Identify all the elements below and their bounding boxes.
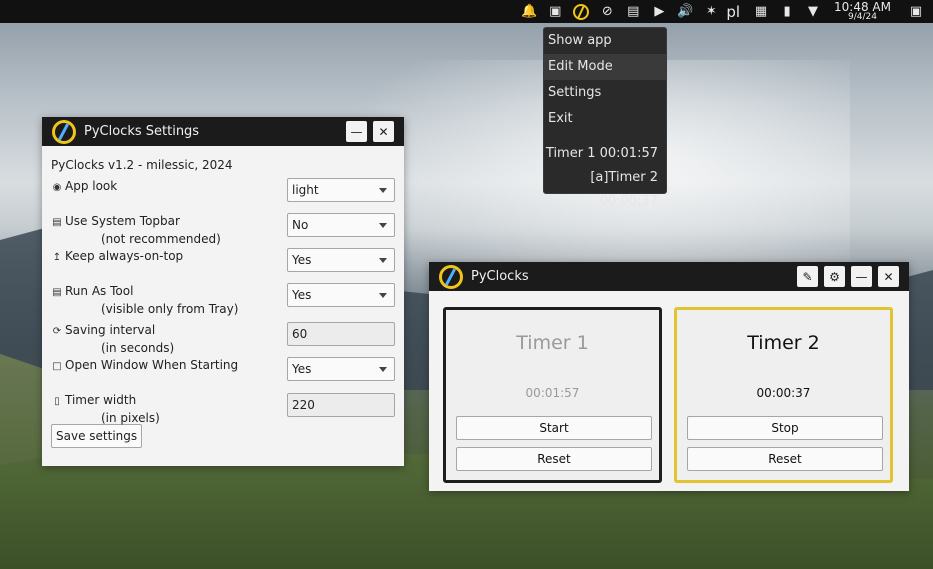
- stop-button[interactable]: Stop: [687, 416, 883, 440]
- pyclocks-tray-icon[interactable]: [570, 0, 592, 23]
- clock-date: 9/4/24: [848, 12, 877, 22]
- save-settings-button[interactable]: Save settings: [51, 424, 143, 448]
- notification-bell-icon[interactable]: 🔔: [518, 0, 540, 23]
- volume-icon[interactable]: 🔊: [674, 0, 696, 23]
- always-on-top-label: Keep always-on-top: [65, 249, 184, 263]
- version-label: PyClocks v1.2 - milessic, 2024: [51, 158, 233, 172]
- menu-item-settings[interactable]: Settings: [544, 80, 666, 106]
- reset-button[interactable]: Reset: [687, 447, 883, 471]
- setting-saving-interval: ⟳ Saving interval (in seconds) 60: [51, 322, 395, 357]
- timer-elapsed: 00:00:37: [756, 386, 811, 400]
- system-topbar-label: Use System Topbar: [65, 214, 180, 228]
- setting-timer-width: ▯ Timer width (in pixels) 220: [51, 384, 395, 425]
- timer-elapsed: 00:01:57: [525, 386, 580, 400]
- window-icon: □: [52, 361, 62, 372]
- app-look-label: App look: [65, 179, 118, 193]
- tool-icon: ▤: [52, 287, 62, 298]
- timer-card: Timer 2 00:00:37 Stop Reset: [674, 307, 893, 483]
- run-as-tool-select[interactable]: Yes: [287, 283, 395, 307]
- window-topbar-icon: ▤: [52, 217, 62, 228]
- menu-item-edit-mode[interactable]: Edit Mode: [544, 54, 666, 80]
- menu-item-show-app[interactable]: Show app: [544, 28, 666, 54]
- network-off-icon[interactable]: ⊘: [596, 0, 618, 23]
- minimize-icon: —: [855, 269, 868, 284]
- edit-button[interactable]: ✎: [797, 266, 818, 287]
- reset-button[interactable]: Reset: [456, 447, 652, 471]
- minimize-button[interactable]: —: [346, 121, 367, 142]
- tray-menu: Show app Edit Mode Settings Exit Timer 1…: [543, 27, 667, 209]
- close-button[interactable]: ✕: [373, 121, 394, 142]
- minimize-icon: —: [350, 124, 363, 139]
- menu-timer-1[interactable]: Timer 1 00:01:57: [544, 142, 666, 166]
- setting-always-on-top: ↥ Keep always-on-top Yes: [51, 248, 395, 283]
- run-as-tool-label: Run As Tool: [65, 284, 134, 298]
- settings-titlebar[interactable]: PyClocks Settings — ✕: [42, 117, 404, 146]
- timer-width-input[interactable]: 220: [287, 393, 395, 417]
- clipboard-icon[interactable]: ▤: [622, 0, 644, 23]
- timer-width-sublabel: (in pixels): [101, 411, 160, 425]
- system-topbar-sublabel: (not recommended): [101, 232, 221, 246]
- show-desktop-icon[interactable]: ▣: [905, 0, 927, 23]
- always-on-top-select[interactable]: Yes: [287, 248, 395, 272]
- timer-width-label: Timer width: [65, 393, 137, 407]
- system-topbar: 🔔 ▣ ⊘ ▤ ▶ 🔊 ✶ pl ▦ ▮ ▼ 10:48 AM 9/4/24 ▣: [0, 0, 933, 23]
- saving-interval-sublabel: (in seconds): [101, 341, 175, 355]
- timer-name: Timer 1: [516, 332, 589, 354]
- start-button[interactable]: Start: [456, 416, 652, 440]
- menu-item-exit[interactable]: Exit: [544, 106, 666, 132]
- saving-interval-label: Saving interval: [65, 323, 156, 337]
- gear-icon: ⚙: [829, 269, 840, 284]
- pyclocks-logo-icon: [52, 119, 76, 144]
- run-as-tool-sublabel: (visible only from Tray): [101, 302, 239, 316]
- keyboard-layout[interactable]: pl: [726, 3, 740, 21]
- saving-interval-input[interactable]: 60: [287, 322, 395, 346]
- dropbox-icon[interactable]: ▣: [544, 0, 566, 23]
- battery-icon[interactable]: ▮: [776, 0, 798, 23]
- clocks-window: PyClocks ✎ ⚙ — ✕ Timer 1 00:01:57 Start …: [429, 262, 909, 491]
- open-window-select[interactable]: Yes: [287, 357, 395, 381]
- clocks-titlebar[interactable]: PyClocks ✎ ⚙ — ✕: [429, 262, 909, 291]
- system-topbar-select[interactable]: No: [287, 213, 395, 237]
- menu-timer-2[interactable]: [a]Timer 2 00:00:37: [544, 166, 666, 209]
- bluetooth-icon[interactable]: ✶: [700, 0, 722, 23]
- system-clock[interactable]: 10:48 AM 9/4/24: [834, 1, 891, 22]
- arrow-up-icon: ↥: [52, 252, 62, 263]
- settings-window: PyClocks Settings — ✕ PyClocks v1.2 - mi…: [42, 117, 404, 466]
- setting-app-look: ◉ App look light: [51, 178, 395, 213]
- setting-system-topbar: ▤ Use System Topbar (not recommended) No: [51, 213, 395, 248]
- settings-window-title: PyClocks Settings: [84, 124, 200, 139]
- app-look-select[interactable]: light: [287, 178, 395, 202]
- timer-card: Timer 1 00:01:57 Start Reset: [443, 307, 662, 483]
- display-icon[interactable]: ▦: [750, 0, 772, 23]
- close-icon: ✕: [378, 124, 389, 139]
- palette-icon: ◉: [52, 182, 62, 193]
- minimize-button[interactable]: —: [851, 266, 872, 287]
- edit-icon: ✎: [802, 269, 813, 284]
- ruler-icon: ▯: [54, 396, 60, 407]
- media-play-icon[interactable]: ▶: [648, 0, 670, 23]
- pyclocks-logo-icon: [439, 264, 463, 289]
- settings-button[interactable]: ⚙: [824, 266, 845, 287]
- close-button[interactable]: ✕: [878, 266, 899, 287]
- timer-name: Timer 2: [747, 332, 820, 354]
- close-icon: ✕: [883, 269, 894, 284]
- history-icon: ⟳: [52, 326, 62, 337]
- setting-run-as-tool: ▤ Run As Tool (visible only from Tray) Yes: [51, 283, 395, 318]
- clocks-window-title: PyClocks: [471, 269, 529, 284]
- open-window-label: Open Window When Starting: [65, 358, 239, 372]
- tray-expand-icon[interactable]: ▼: [802, 0, 824, 23]
